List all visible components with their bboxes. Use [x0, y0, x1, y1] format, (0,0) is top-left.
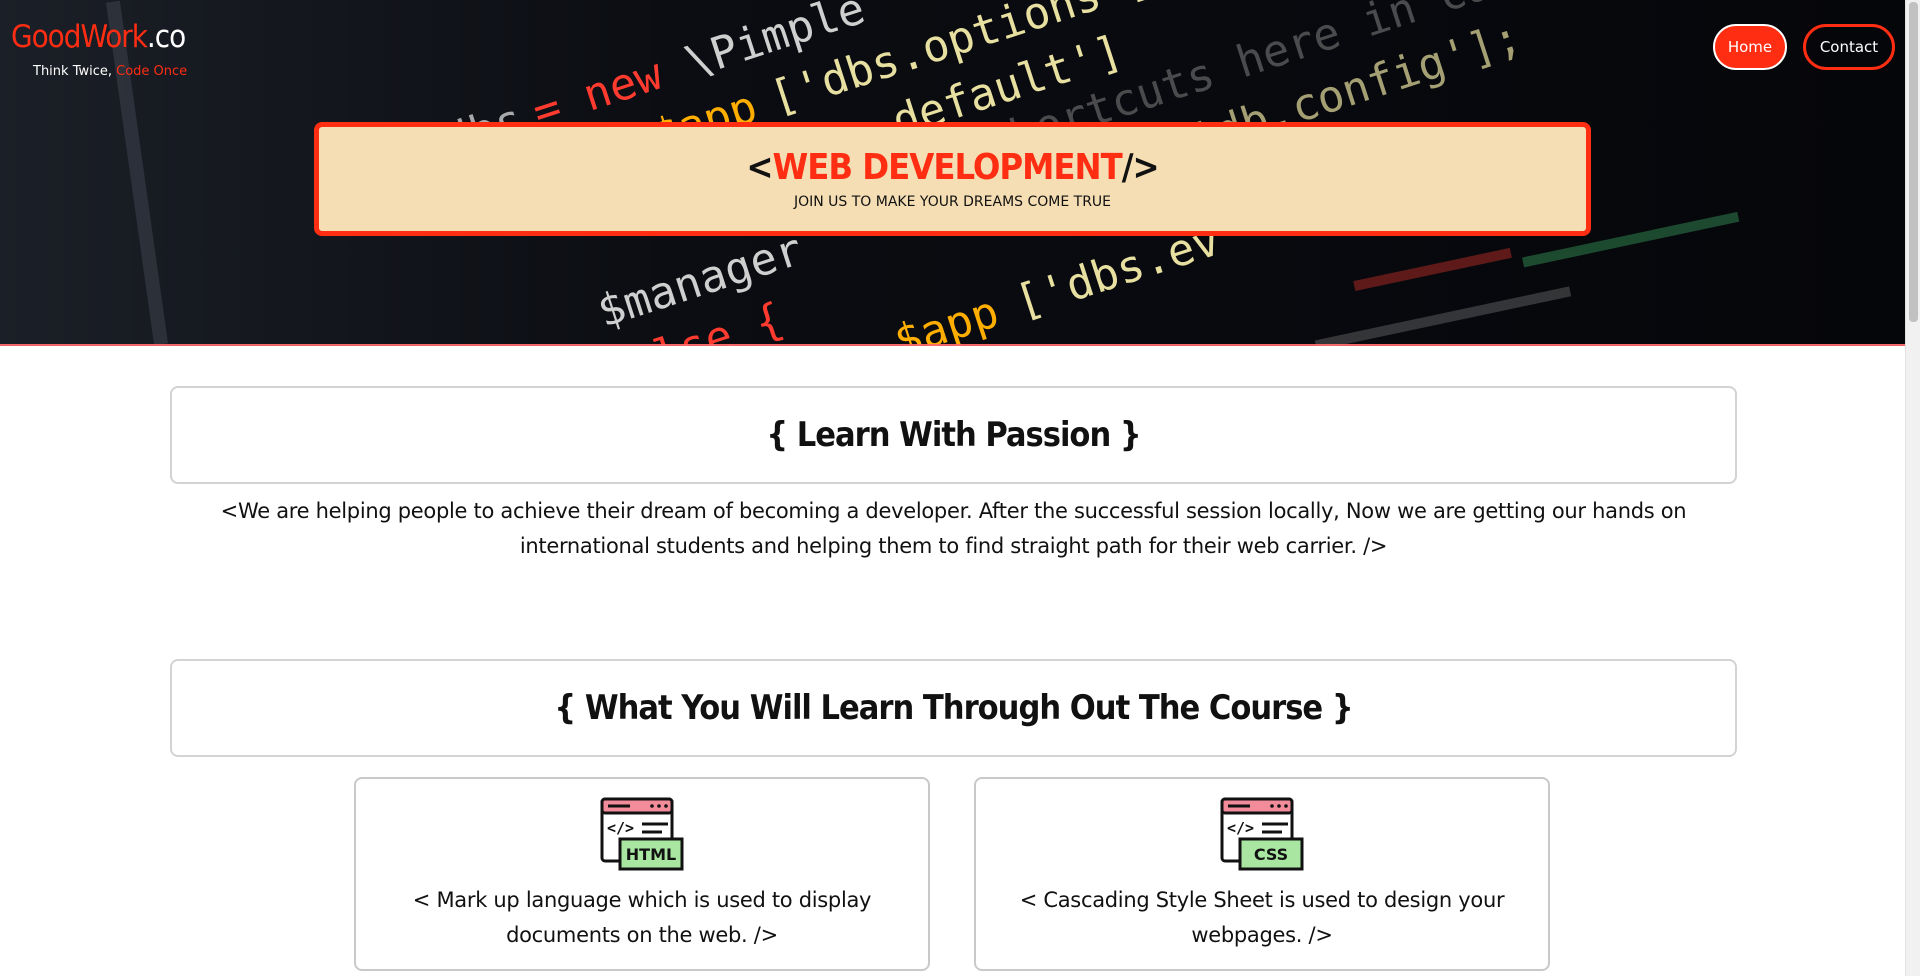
brand-logo[interactable]: GoodWork.co Think Twice, Code Once — [11, 19, 188, 80]
course-section-header: { What You Will Learn Through Out The Co… — [170, 659, 1737, 757]
css-card-description: < Cascading Style Sheet is used to desig… — [1019, 888, 1505, 947]
brand-tagline: Think Twice, Code Once — [33, 64, 188, 79]
svg-text:HTML: HTML — [626, 845, 676, 864]
hero-bottom-glow — [0, 344, 1905, 346]
main-nav: Home Contact — [1713, 24, 1895, 70]
nav-home-button[interactable]: Home — [1713, 24, 1787, 70]
hero-heading: <WEB DEVELOPMENT/> — [746, 147, 1159, 188]
brand-name: GoodWork.co — [11, 19, 186, 55]
course-section-title: { What You Will Learn Through Out The Co… — [554, 688, 1353, 728]
nav-contact-button[interactable]: Contact — [1803, 24, 1895, 70]
html-course-card: </> HTML < Mark up language which is use… — [354, 777, 930, 971]
hero-banner: $dbs = new \Pimple foreach ($app ['dbs.o… — [0, 0, 1905, 346]
html-card-description: < Mark up language which is used to disp… — [412, 888, 872, 947]
learn-section-header: { Learn With Passion } — [170, 386, 1737, 484]
css-course-card: </> CSS < Cascading Style Sheet is used … — [974, 777, 1550, 971]
scrollbar-thumb[interactable] — [1909, 2, 1918, 322]
svg-text:</>: </> — [1227, 819, 1254, 837]
learn-description: <We are helping people to achieve their … — [220, 499, 1687, 558]
html-icon: </> HTML — [600, 797, 684, 871]
svg-text:</>: </> — [607, 819, 634, 837]
hero-card: <WEB DEVELOPMENT/> JOIN US TO MAKE YOUR … — [314, 122, 1591, 236]
css-icon: </> CSS — [1220, 797, 1304, 871]
learn-section-title: { Learn With Passion } — [766, 415, 1141, 455]
hero-subheading: JOIN US TO MAKE YOUR DREAMS COME TRUE — [793, 194, 1112, 210]
svg-text:CSS: CSS — [1254, 845, 1288, 864]
page-scrollbar[interactable] — [1905, 0, 1920, 976]
